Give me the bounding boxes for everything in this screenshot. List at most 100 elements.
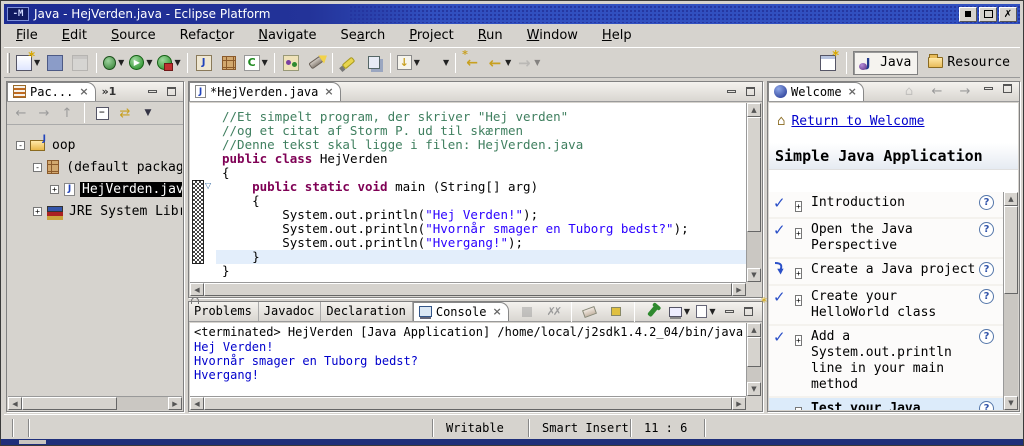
scrollbar-thumb[interactable] bbox=[747, 337, 761, 367]
tree-row[interactable]: +HejVerden.java bbox=[8, 178, 182, 200]
welcome-vscrollbar[interactable]: ▲ ▼ bbox=[1003, 192, 1018, 410]
view-stack-chevron[interactable]: »1 bbox=[102, 85, 117, 98]
step-expander-icon[interactable]: + bbox=[795, 335, 802, 346]
mark-occurrences-button[interactable] bbox=[337, 51, 361, 75]
search-button[interactable] bbox=[304, 51, 328, 75]
menu-search[interactable]: Search bbox=[329, 26, 398, 45]
title-bar[interactable]: -M Java - HejVerden.java - Eclipse Platf… bbox=[4, 4, 1020, 24]
close-view-icon[interactable]: × bbox=[492, 305, 501, 318]
dropdown-icon[interactable]: ▼ bbox=[505, 58, 511, 67]
menu-run[interactable]: Run bbox=[466, 26, 515, 45]
dropdown-icon[interactable]: ▼ bbox=[262, 58, 268, 67]
open-type-button[interactable] bbox=[279, 51, 303, 75]
sash-left[interactable] bbox=[184, 81, 188, 412]
maximize-view-button[interactable] bbox=[164, 85, 179, 98]
editor-tab-hejverden[interactable]: *HejVerden.java × bbox=[189, 82, 341, 101]
cheatsheet-step-4[interactable]: ✓+Create your HelloWorld class? bbox=[769, 286, 1003, 326]
perspective-java-button[interactable]: Java bbox=[853, 51, 918, 75]
step-help-button[interactable]: ? bbox=[979, 195, 994, 210]
new-package-button[interactable] bbox=[217, 51, 241, 75]
dropdown-icon[interactable]: ▼ bbox=[684, 307, 690, 316]
close-view-icon[interactable]: × bbox=[79, 85, 88, 98]
dropdown-icon[interactable]: ▼ bbox=[534, 58, 540, 67]
sash-right[interactable] bbox=[763, 81, 767, 412]
open-console-button[interactable]: ▼ bbox=[694, 300, 718, 324]
console-output-area[interactable]: <terminated> HejVerden [Java Application… bbox=[190, 323, 746, 396]
dropdown-icon[interactable]: ▼ bbox=[414, 58, 420, 67]
menu-project[interactable]: Project bbox=[397, 26, 466, 45]
step-help-button[interactable]: ? bbox=[979, 262, 994, 277]
up-button[interactable]: ↑ bbox=[57, 103, 77, 123]
scroll-left-icon[interactable]: ◀ bbox=[8, 397, 22, 410]
dropdown-icon[interactable]: ▼ bbox=[118, 58, 124, 67]
console-hscrollbar[interactable]: ◀ ▶ bbox=[190, 396, 746, 410]
scroll-right-icon[interactable]: ▶ bbox=[168, 397, 182, 410]
collapse-all-button[interactable] bbox=[92, 103, 112, 123]
package-explorer-hscrollbar[interactable]: ◀ ▶ bbox=[8, 396, 182, 410]
console-tab-declaration[interactable]: Declaration bbox=[321, 302, 412, 321]
scroll-up-icon[interactable]: ▲ bbox=[747, 323, 761, 337]
terminate-button[interactable] bbox=[515, 300, 539, 324]
console-tab-problems[interactable]: Problems bbox=[189, 302, 259, 321]
maximize-view-button[interactable] bbox=[1000, 82, 1015, 95]
clear-console-button[interactable] bbox=[578, 300, 602, 324]
previous-annotation-button[interactable]: ▼ bbox=[423, 51, 451, 75]
scroll-lock-button[interactable] bbox=[604, 300, 628, 324]
scroll-down-icon[interactable]: ▼ bbox=[747, 382, 761, 396]
cheatsheet-step-3[interactable]: +Create a Java project? bbox=[769, 259, 1003, 286]
forward-button[interactable]: ▼ bbox=[514, 51, 542, 75]
tree-row[interactable]: -(default package) bbox=[8, 156, 182, 178]
step-help-button[interactable]: ? bbox=[979, 222, 994, 237]
welcome-tab[interactable]: Welcome × bbox=[768, 82, 864, 101]
editor-annotation-ruler[interactable]: ▽ bbox=[190, 103, 216, 282]
link-with-editor-button[interactable] bbox=[115, 103, 135, 123]
menu-source[interactable]: Source bbox=[99, 26, 168, 45]
minimize-window-button[interactable] bbox=[959, 7, 977, 22]
back-button[interactable]: ▼ bbox=[485, 51, 513, 75]
new-class-button[interactable]: ▼ bbox=[242, 51, 270, 75]
close-view-icon[interactable]: × bbox=[848, 85, 857, 98]
scrollbar-thumb[interactable] bbox=[1004, 206, 1018, 294]
menu-edit[interactable]: Edit bbox=[50, 26, 99, 45]
code-content[interactable]: //Et simpelt program, der skriver "Hej v… bbox=[216, 103, 746, 282]
external-tools-button[interactable]: ▼ bbox=[155, 51, 182, 75]
scroll-right-icon[interactable]: ▶ bbox=[732, 283, 746, 296]
maximize-window-button[interactable] bbox=[979, 7, 997, 22]
console-tab-console[interactable]: Console× bbox=[413, 302, 509, 321]
step-expander-icon[interactable]: - bbox=[795, 407, 802, 410]
return-to-welcome-link[interactable]: Return to Welcome bbox=[791, 114, 924, 129]
tree-row[interactable]: -oop bbox=[8, 134, 182, 156]
scroll-left-icon[interactable]: ◀ bbox=[190, 397, 204, 410]
maximize-editor-button[interactable] bbox=[743, 85, 758, 98]
minimize-view-button[interactable] bbox=[145, 85, 160, 98]
minimize-view-button[interactable] bbox=[981, 82, 996, 95]
editor-presentation-button[interactable] bbox=[362, 51, 386, 75]
minimize-editor-button[interactable] bbox=[724, 85, 739, 98]
home-button[interactable]: ⌂ bbox=[897, 82, 921, 102]
scrollbar-thumb[interactable] bbox=[204, 283, 732, 296]
fold-collapse-icon[interactable]: ▽ bbox=[205, 181, 211, 190]
remove-all-terminated-button[interactable] bbox=[541, 300, 565, 324]
tree-expander-icon[interactable]: - bbox=[33, 163, 42, 172]
step-expander-icon[interactable]: + bbox=[795, 201, 802, 212]
scroll-down-icon[interactable]: ▼ bbox=[1004, 396, 1018, 410]
scroll-down-icon[interactable]: ▼ bbox=[747, 268, 761, 282]
package-explorer-tree[interactable]: -oop-(default package)+HejVerden.java+JR… bbox=[8, 126, 182, 396]
perspective-resource-button[interactable]: Resource bbox=[922, 51, 1016, 75]
next-annotation-button[interactable]: ▼ bbox=[395, 51, 422, 75]
minimize-view-button[interactable] bbox=[722, 305, 737, 318]
maximize-view-button[interactable] bbox=[741, 305, 756, 318]
step-expander-icon[interactable]: + bbox=[795, 228, 802, 239]
step-help-button[interactable]: ? bbox=[979, 401, 994, 410]
menu-refactor[interactable]: Refactor bbox=[168, 26, 247, 45]
dropdown-icon[interactable]: ▼ bbox=[709, 307, 715, 316]
back-button[interactable]: ← bbox=[925, 82, 949, 102]
cheatsheet-step-5[interactable]: ✓+Add a System.out.println line in your … bbox=[769, 326, 1003, 398]
editor-text-area[interactable]: ▽ //Et simpelt program, der skriver "Hej… bbox=[190, 103, 746, 282]
cheatsheet-step-2[interactable]: ✓+Open the Java Perspective? bbox=[769, 219, 1003, 259]
menu-window[interactable]: Window bbox=[515, 26, 590, 45]
last-edit-location-button[interactable] bbox=[460, 51, 484, 75]
sash-editor-console[interactable] bbox=[188, 298, 763, 301]
scroll-left-icon[interactable]: ◀ bbox=[190, 283, 204, 296]
new-java-project-button[interactable] bbox=[192, 51, 216, 75]
